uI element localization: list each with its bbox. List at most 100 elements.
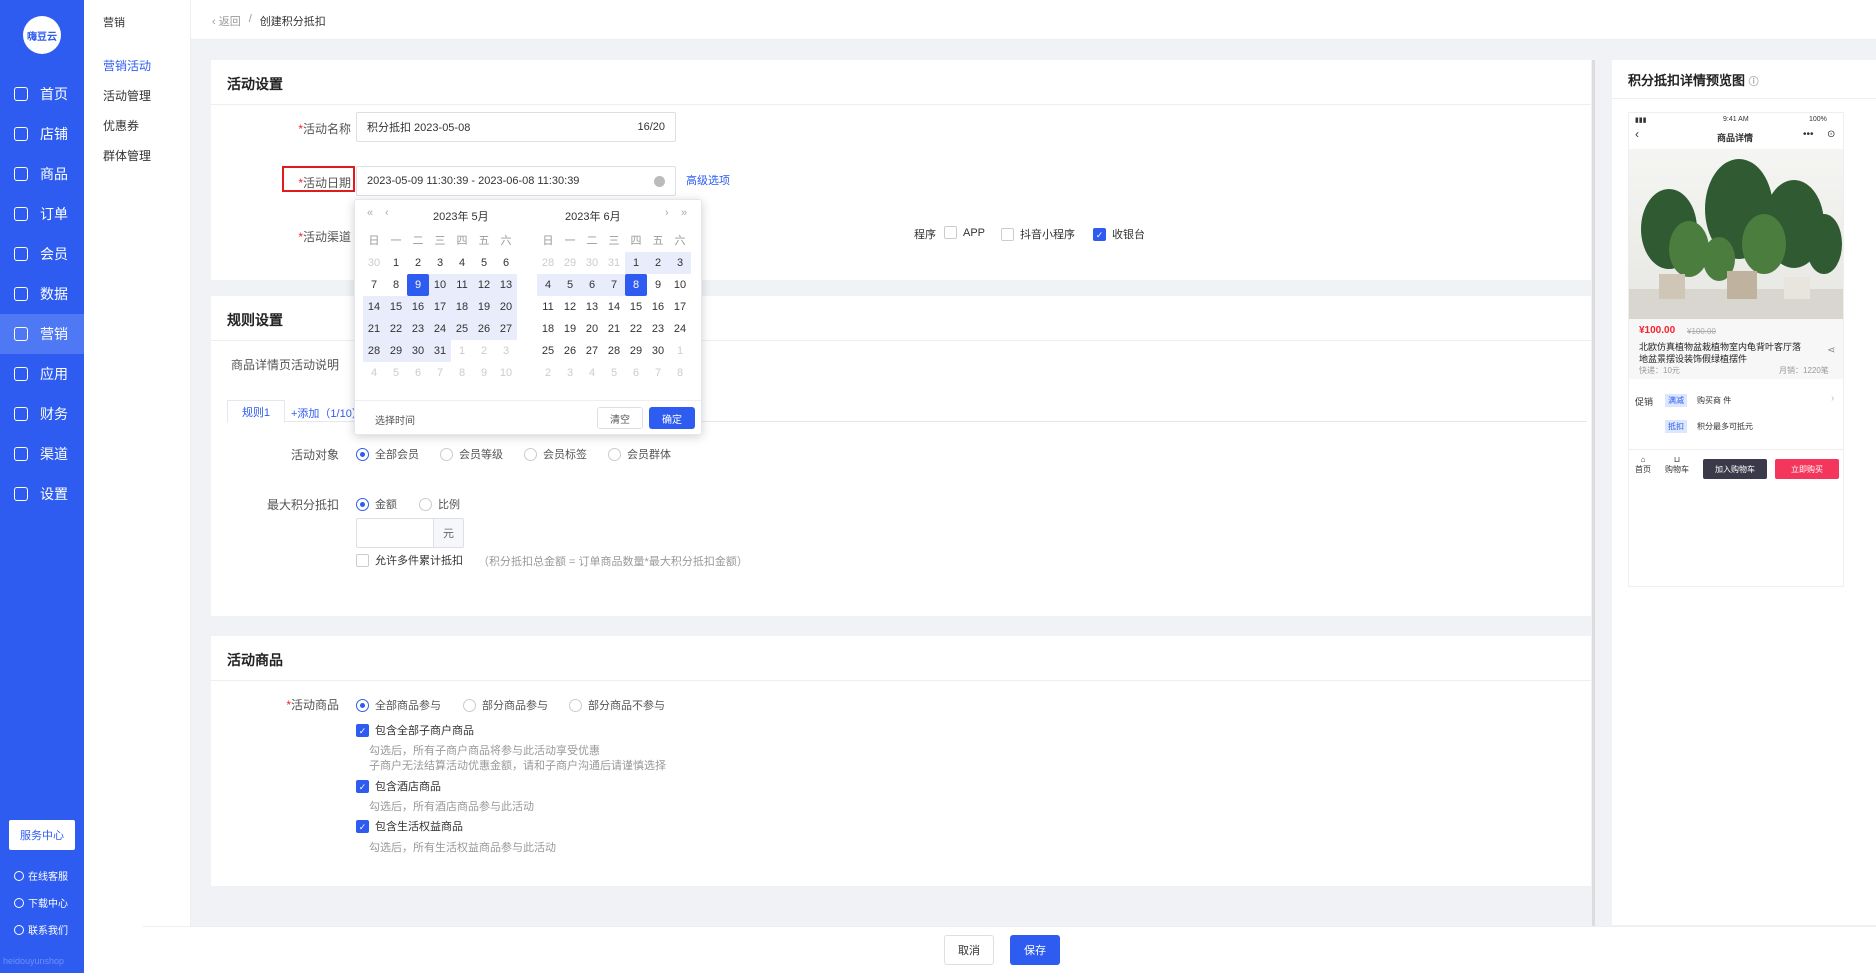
share-icon[interactable]: ⋖ [1827, 345, 1835, 356]
subnav-item-marketing-activity[interactable]: 营销活动 [103, 57, 151, 74]
calendar-day[interactable]: 26 [559, 340, 581, 362]
phone-home-tab[interactable]: ⌂ 首页 [1635, 455, 1651, 475]
add-to-cart-button[interactable]: 加入购物车 [1703, 459, 1767, 479]
goods-exclude-radio[interactable]: 部分商品不参与 [569, 697, 665, 713]
calendar-day[interactable]: 20 [581, 318, 603, 340]
calendar-day[interactable]: 23 [647, 318, 669, 340]
calendar-day[interactable]: 29 [385, 340, 407, 362]
calendar-day[interactable]: 9 [647, 274, 669, 296]
calendar-day[interactable]: 6 [581, 274, 603, 296]
calendar-day[interactable]: 4 [363, 362, 385, 384]
scrollbar[interactable] [1592, 60, 1595, 926]
calendar-day[interactable]: 12 [473, 274, 495, 296]
calendar-day[interactable]: 21 [363, 318, 385, 340]
calendar-day[interactable]: 23 [407, 318, 429, 340]
calendar-day[interactable]: 16 [407, 296, 429, 318]
calendar-day[interactable]: 26 [473, 318, 495, 340]
calendar-day[interactable]: 29 [559, 252, 581, 274]
calendar-day[interactable]: 15 [625, 296, 647, 318]
multi-deduct-checkbox[interactable]: 允许多件累计抵扣 [356, 552, 463, 568]
calendar-day[interactable]: 8 [625, 274, 647, 296]
max-amount-input[interactable]: 元 [356, 518, 464, 548]
calendar-day[interactable]: 19 [473, 296, 495, 318]
calendar-day[interactable]: 18 [451, 296, 473, 318]
calendar-day[interactable]: 17 [669, 296, 691, 318]
calendar-day[interactable]: 6 [625, 362, 647, 384]
confirm-button[interactable]: 确定 [649, 407, 695, 429]
back-arrow-icon[interactable]: ‹ [1635, 127, 1639, 141]
phone-cart-tab[interactable]: ⊔ 购物车 [1665, 455, 1689, 475]
calendar-day[interactable]: 8 [385, 274, 407, 296]
calendar-day[interactable]: 4 [537, 274, 559, 296]
nav-item-10[interactable]: 设置 [0, 474, 84, 514]
calendar-day[interactable]: 30 [363, 252, 385, 274]
select-time-link[interactable]: 选择时间 [375, 412, 415, 427]
calendar-day[interactable]: 5 [559, 274, 581, 296]
save-button[interactable]: 保存 [1010, 935, 1060, 965]
nav-item-4[interactable]: 会员 [0, 234, 84, 274]
calendar-day[interactable]: 28 [363, 340, 385, 362]
calendar-day[interactable]: 7 [603, 274, 625, 296]
max-ratio-radio[interactable]: 比例 [419, 496, 460, 512]
next-year-button[interactable]: » [681, 207, 687, 219]
calendar-day[interactable]: 10 [669, 274, 691, 296]
calendar-day[interactable]: 21 [603, 318, 625, 340]
calendar-day[interactable]: 12 [559, 296, 581, 318]
download-center-link[interactable]: 下载中心 [14, 895, 68, 910]
channel-miniprogram-checkbox[interactable]: 程序 [914, 226, 936, 242]
target-icon[interactable]: ⊙ [1827, 129, 1835, 140]
contact-us-link[interactable]: 联系我们 [14, 922, 68, 937]
calendar-day[interactable]: 28 [603, 340, 625, 362]
nav-item-0[interactable]: 首页 [0, 74, 84, 114]
target-group-radio[interactable]: 会员群体 [608, 446, 671, 462]
calendar-day[interactable]: 17 [429, 296, 451, 318]
calendar-day[interactable]: 8 [669, 362, 691, 384]
calendar-day[interactable]: 10 [429, 274, 451, 296]
nav-item-9[interactable]: 渠道 [0, 434, 84, 474]
calendar-day[interactable]: 18 [537, 318, 559, 340]
back-link[interactable]: ‹ 返回 [212, 13, 241, 29]
calendar-day[interactable]: 27 [581, 340, 603, 362]
calendar-day[interactable]: 29 [625, 340, 647, 362]
calendar-day[interactable]: 10 [495, 362, 517, 384]
calendar-day[interactable]: 3 [429, 252, 451, 274]
buy-now-button[interactable]: 立即购买 [1775, 459, 1839, 479]
chevron-right-icon[interactable]: › [1831, 393, 1834, 404]
calendar-day[interactable]: 3 [669, 252, 691, 274]
calendar-day[interactable]: 6 [495, 252, 517, 274]
calendar-day[interactable]: 22 [385, 318, 407, 340]
prev-month-button[interactable]: ‹ [385, 207, 389, 219]
calendar-day[interactable]: 28 [537, 252, 559, 274]
calendar-day[interactable]: 16 [647, 296, 669, 318]
include-hotel-checkbox[interactable]: ✓ 包含酒店商品 [356, 778, 441, 794]
clear-button[interactable]: 清空 [597, 407, 643, 429]
tab-rule-1[interactable]: 规则1 [227, 400, 285, 423]
calendar-day[interactable]: 7 [647, 362, 669, 384]
prev-year-button[interactable]: « [367, 207, 373, 219]
calendar-day[interactable]: 9 [473, 362, 495, 384]
calendar-day[interactable]: 20 [495, 296, 517, 318]
subnav-item-coupon[interactable]: 优惠券 [103, 117, 139, 134]
activity-date-range-input[interactable]: 2023-05-09 11:30:39 - 2023-06-08 11:30:3… [356, 166, 676, 196]
calendar-day[interactable]: 6 [407, 362, 429, 384]
calendar-day[interactable]: 25 [537, 340, 559, 362]
calendar-day[interactable]: 4 [581, 362, 603, 384]
calendar-day[interactable]: 9 [407, 274, 429, 296]
calendar-day[interactable]: 27 [495, 318, 517, 340]
calendar-day[interactable]: 11 [451, 274, 473, 296]
calendar-day[interactable]: 3 [495, 340, 517, 362]
service-center-button[interactable]: 服务中心 [9, 820, 75, 850]
calendar-day[interactable]: 2 [473, 340, 495, 362]
online-service-link[interactable]: 在线客服 [14, 868, 68, 883]
target-tag-radio[interactable]: 会员标签 [524, 446, 587, 462]
nav-item-3[interactable]: 订单 [0, 194, 84, 234]
calendar-day[interactable]: 19 [559, 318, 581, 340]
calendar-day[interactable]: 5 [603, 362, 625, 384]
calendar-day[interactable]: 30 [407, 340, 429, 362]
include-life-checkbox[interactable]: ✓ 包含生活权益商品 [356, 818, 463, 834]
calendar-day[interactable]: 5 [473, 252, 495, 274]
channel-app-checkbox[interactable]: APP [944, 226, 985, 239]
calendar-day[interactable]: 1 [625, 252, 647, 274]
calendar-day[interactable]: 7 [363, 274, 385, 296]
calendar-day[interactable]: 1 [451, 340, 473, 362]
